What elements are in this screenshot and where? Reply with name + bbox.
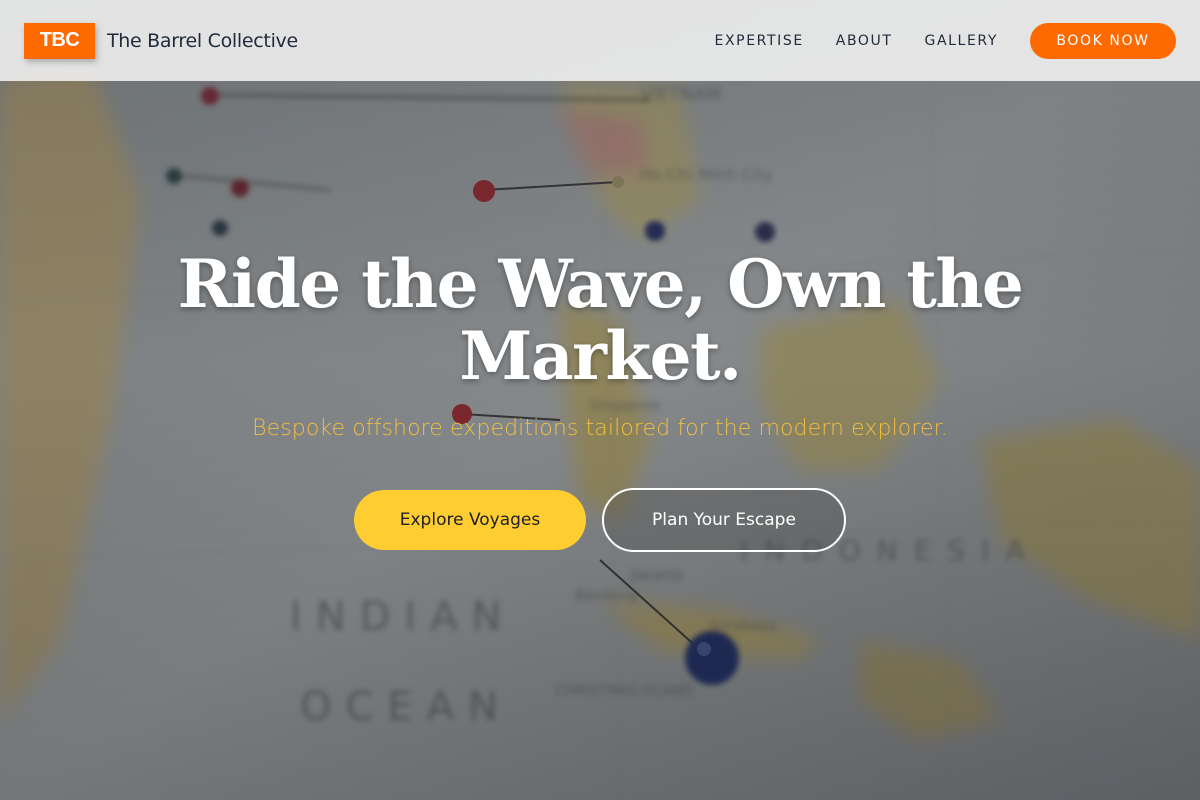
hero-headline-line2: Market. bbox=[459, 317, 742, 395]
hero-content: Ride the Wave, Own the Market. Bespoke o… bbox=[0, 0, 1200, 800]
hero-headline: Ride the Wave, Own the Market. bbox=[150, 248, 1050, 392]
nav-link-expertise[interactable]: EXPERTISE bbox=[715, 33, 804, 49]
top-navbar: TBC The Barrel Collective EXPERTISE ABOU… bbox=[0, 0, 1200, 81]
hero-headline-line1: Ride the Wave, Own the bbox=[177, 245, 1024, 323]
nav-link-gallery[interactable]: GALLERY bbox=[925, 33, 998, 49]
logo-badge[interactable]: TBC bbox=[24, 22, 95, 59]
book-now-button[interactable]: BOOK NOW bbox=[1030, 22, 1176, 59]
hero-subtitle: Bespoke offshore expeditions tailored fo… bbox=[252, 416, 948, 441]
plan-your-escape-button[interactable]: Plan Your Escape bbox=[602, 488, 846, 552]
brand-name[interactable]: The Barrel Collective bbox=[107, 30, 298, 52]
explore-voyages-button[interactable]: Explore Voyages bbox=[354, 490, 586, 550]
nav-link-about[interactable]: ABOUT bbox=[836, 33, 893, 49]
nav-links: EXPERTISE ABOUT GALLERY BOOK NOW bbox=[715, 22, 1176, 59]
